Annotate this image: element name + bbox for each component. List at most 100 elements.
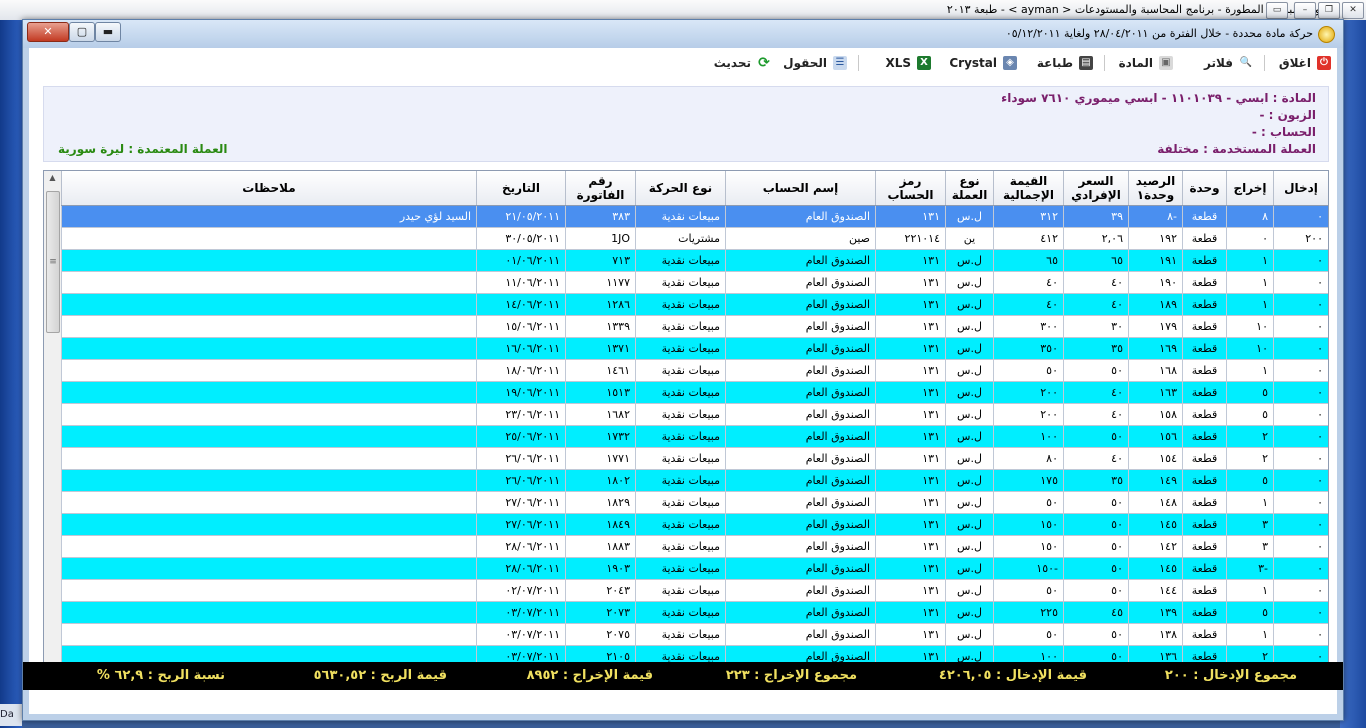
table-cell: ٢٣/٠٦/٢٠١١ <box>476 403 566 426</box>
table-cell: ل.س <box>945 557 994 580</box>
table-row[interactable]: ٠ ١ قطعة ١٩٠ ٤٠ ٤٠ ل.س ١٣١ الصندوق العام مبيعات ن… <box>61 271 1328 294</box>
info-panel: المادة : ابسي - ١١٠١٠٣٩ - ابسي ميموري ٧٦… <box>43 86 1329 162</box>
table-cell: ٠ <box>1273 359 1328 382</box>
column-header[interactable]: إدخال <box>1273 171 1328 206</box>
table-cell: مبيعات نقدية <box>635 337 726 360</box>
table-cell: الصندوق العام <box>725 623 876 646</box>
table-cell: مبيعات نقدية <box>635 205 726 228</box>
table-cell <box>61 337 477 360</box>
refresh-icon: ⟳ <box>758 55 770 71</box>
close-button[interactable]: ⏻ اغلاق <box>1279 54 1331 72</box>
column-header[interactable]: الرصيد وحدة١ <box>1128 171 1183 206</box>
window-minimize-button[interactable]: ▬ <box>95 22 121 42</box>
app-maximize-button[interactable]: ❐ <box>1318 2 1340 19</box>
movements-table: إدخال إخراج وحدة الرصيد وحدة١ السعر الإفرادي… <box>61 171 1328 668</box>
table-row[interactable]: ٠ ١ قطعة ١٤٨ ٥٠ ٥٠ ل.س ١٣١ الصندوق العام مبيعات ن… <box>61 491 1328 514</box>
table-row[interactable]: ٠ ١ قطعة ١٨٩ ٤٠ ٤٠ ل.س ١٣١ الصندوق العام مبيعات ن… <box>61 293 1328 316</box>
app-minimize-button[interactable]: – <box>1294 2 1316 19</box>
table-row[interactable]: ٠ ٥ قطعة ١٤٩ ٣٥ ١٧٥ ل.س ١٣١ الصندوق العام مبيعات … <box>61 469 1328 492</box>
item-button[interactable]: ▣ المادة <box>1119 54 1173 72</box>
column-header[interactable]: إخراج <box>1226 171 1274 206</box>
table-cell: ١٥٠ <box>993 535 1064 558</box>
crystal-button[interactable]: ◈ Crystal <box>949 54 1017 72</box>
table-cell: مبيعات نقدية <box>635 293 726 316</box>
column-header[interactable]: رمز الحساب <box>875 171 946 206</box>
column-header[interactable]: السعر الإفرادي <box>1063 171 1129 206</box>
table-cell: قطعة <box>1182 205 1227 228</box>
table-row[interactable]: ٠ ٢ قطعة ١٥٤ ٤٠ ٨٠ ل.س ١٣١ الصندوق العام مبيعات ن… <box>61 447 1328 470</box>
table-cell: ١٣١ <box>875 271 946 294</box>
customer-info: الزبون : - <box>1259 108 1317 122</box>
table-cell: ٣٥ <box>1063 337 1129 360</box>
taskbar-tab[interactable]: Da <box>0 704 22 726</box>
app-close-button[interactable]: ✕ <box>1342 2 1364 19</box>
column-header[interactable]: إسم الحساب <box>725 171 876 206</box>
column-header[interactable]: وحدة <box>1182 171 1227 206</box>
column-header[interactable]: القيمة الإجمالية <box>993 171 1064 206</box>
table-row[interactable]: ٠ ١ قطعة ١٤٤ ٥٠ ٥٠ ل.س ١٣١ الصندوق العام مبيعات ن… <box>61 579 1328 602</box>
filters-label: فلاتر <box>1204 56 1233 70</box>
box-icon: ▣ <box>1159 56 1173 70</box>
refresh-button[interactable]: ⟳ تحديث <box>714 54 771 72</box>
table-row[interactable]: ٠ ٢ قطعة ١٥٦ ٥٠ ١٠٠ ل.س ١٣١ الصندوق العام مبيعات … <box>61 425 1328 448</box>
app-minimize-window-button[interactable]: ▭ <box>1266 2 1288 19</box>
table-cell: ٣٥ <box>1063 469 1129 492</box>
window-maximize-button[interactable]: ▢ <box>69 22 95 42</box>
xls-button[interactable]: X XLS <box>885 54 931 72</box>
table-cell <box>61 535 477 558</box>
table-cell: مبيعات نقدية <box>635 425 726 448</box>
table-cell: قطعة <box>1182 601 1227 624</box>
item-movement-window: حركة مادة محددة - خلال الفترة من ٢٨/٠٤/٢… <box>22 19 1344 721</box>
table-cell: ل.س <box>945 535 994 558</box>
column-header[interactable]: رقم الفاتورة <box>565 171 636 206</box>
column-header[interactable]: ملاحظات <box>61 171 477 206</box>
table-cell: ٠١/٠٦/٢٠١١ <box>476 249 566 272</box>
table-cell: ١٩٠ <box>1128 271 1183 294</box>
table-row[interactable]: ٠ ١٠ قطعة ١٦٩ ٣٥ ٣٥٠ ل.س ١٣١ الصندوق العام مبيعات… <box>61 337 1328 360</box>
vertical-scrollbar[interactable]: ▲ ≡ ▼ <box>44 171 62 677</box>
table-row[interactable]: ٠ ٥ قطعة ١٥٨ ٤٠ ٢٠٠ ل.س ١٣١ الصندوق العام مبيعات … <box>61 403 1328 426</box>
table-row[interactable]: ٠ ٥ قطعة ١٦٣ ٤٠ ٢٠٠ ل.س ١٣١ الصندوق العام مبيعات … <box>61 381 1328 404</box>
table-row[interactable]: ٠ ٥ قطعة ١٣٩ ٤٥ ٢٢٥ ل.س ١٣١ الصندوق العام مبيعات … <box>61 601 1328 624</box>
filters-button[interactable]: 🔍 فلاتر <box>1204 54 1253 72</box>
table-cell: ٤٠ <box>1063 293 1129 316</box>
table-row[interactable]: ٠ ١٠ قطعة ١٧٩ ٣٠ ٣٠٠ ل.س ١٣١ الصندوق العام مبيعات… <box>61 315 1328 338</box>
fields-label: الحقول <box>783 56 827 70</box>
table-cell: ١ <box>1226 271 1274 294</box>
window-title: حركة مادة محددة - خلال الفترة من ٢٨/٠٤/٢… <box>1005 27 1313 40</box>
column-header[interactable]: نوع الحركة <box>635 171 726 206</box>
table-cell <box>61 623 477 646</box>
table-cell: ل.س <box>945 205 994 228</box>
table-cell: مبيعات نقدية <box>635 359 726 382</box>
column-header[interactable]: التاريخ <box>476 171 566 206</box>
table-cell: السيد لؤي حيدر <box>61 205 477 228</box>
window-close-button[interactable]: ✕ <box>27 22 69 42</box>
table-cell: ١٣٨ <box>1128 623 1183 646</box>
crystal-label: Crystal <box>949 56 997 70</box>
table-cell: ١٧٣٢ <box>565 425 636 448</box>
table-cell: ٥ <box>1226 469 1274 492</box>
table-cell: ١٨/٠٦/٢٠١١ <box>476 359 566 382</box>
print-button[interactable]: ▤ طباعة <box>1037 54 1093 72</box>
table-row[interactable]: ٠ ٨ قطعة -٨ ٣٩ ٣١٢ ل.س ١٣١ الصندوق العام مبيعات ن… <box>61 205 1328 228</box>
table-row[interactable]: ٢٠٠ ٠ قطعة ١٩٢ ٢,٠٦ ٤١٢ ين ٢٢١٠١٤ صين مشتريات 1JO ٣… <box>61 227 1328 250</box>
fields-button[interactable]: ☰ الحقول <box>783 54 847 72</box>
table-cell: قطعة <box>1182 579 1227 602</box>
table-cell: ل.س <box>945 447 994 470</box>
base-currency-info: العملة المعتمدة : ليرة سورية <box>58 142 228 156</box>
table-cell <box>61 315 477 338</box>
table-row[interactable]: ٠ ١ قطعة ١٣٨ ٥٠ ٥٠ ل.س ١٣١ الصندوق العام مبيعات ن… <box>61 623 1328 646</box>
table-row[interactable]: ٠ ٣ قطعة ١٤٢ ٥٠ ١٥٠ ل.س ١٣١ الصندوق العام مبيعات … <box>61 535 1328 558</box>
table-cell: مبيعات نقدية <box>635 535 726 558</box>
table-row[interactable]: ٠ ١ قطعة ١٦٨ ٥٠ ٥٠ ل.س ١٣١ الصندوق العام مبيعات ن… <box>61 359 1328 382</box>
table-row[interactable]: ٠ ١ قطعة ١٩١ ٦٥ ٦٥ ل.س ١٣١ الصندوق العام مبيعات ن… <box>61 249 1328 272</box>
column-header[interactable]: نوع العملة <box>945 171 994 206</box>
scroll-up-icon[interactable]: ▲ <box>44 171 61 185</box>
table-row[interactable]: ٠ ٣ قطعة ١٤٥ ٥٠ ١٥٠ ل.س ١٣١ الصندوق العام مبيعات … <box>61 513 1328 536</box>
table-cell: ٠ <box>1273 535 1328 558</box>
table-cell: ٠ <box>1273 403 1328 426</box>
table-cell <box>61 227 477 250</box>
scroll-thumb[interactable]: ≡ <box>46 191 60 333</box>
table-cell: مبيعات نقدية <box>635 623 726 646</box>
table-row[interactable]: ٠ -٣ قطعة ١٤٥ ٥٠ -١٥٠ ل.س ١٣١ الصندوق العام مبيعا… <box>61 557 1328 580</box>
